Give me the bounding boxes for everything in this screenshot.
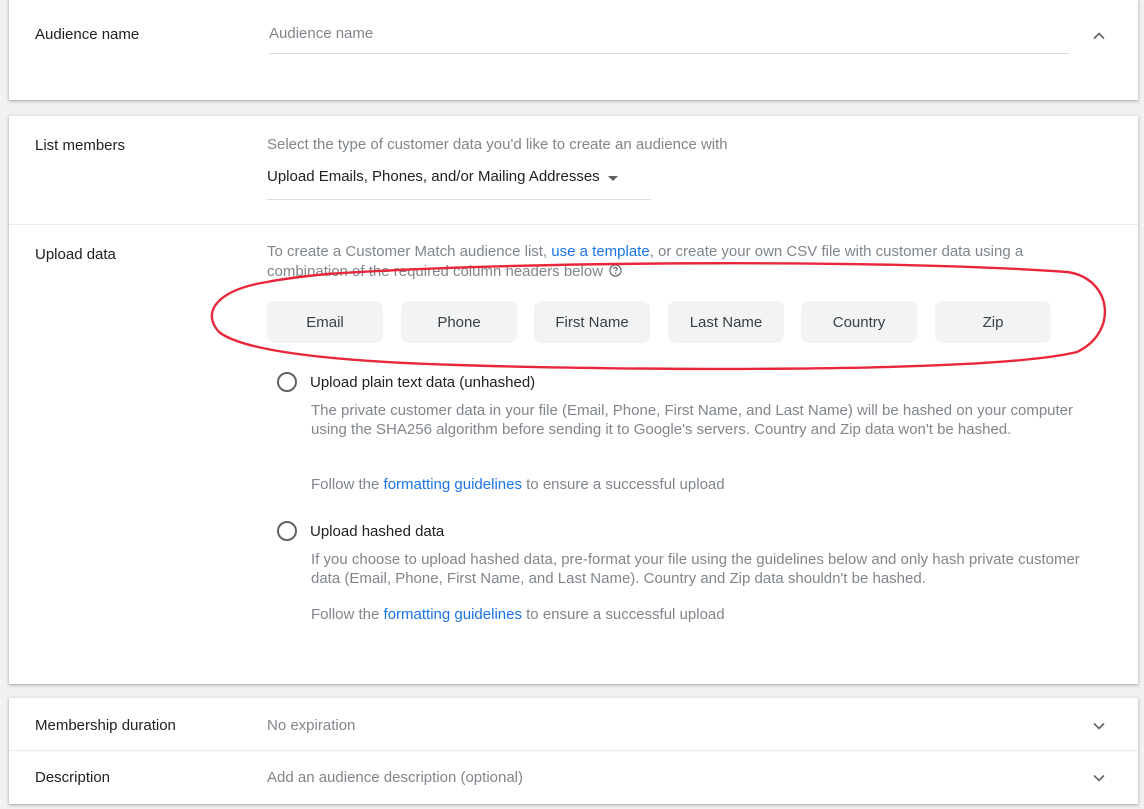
follow-text-start: Follow the — [311, 476, 384, 493]
intro-text-start: To create a Customer Match audience list… — [267, 243, 552, 260]
audience-name-label: Audience name — [35, 26, 140, 43]
upload-data-label: Upload data — [35, 246, 116, 263]
radio-circle[interactable] — [277, 521, 297, 541]
formatting-guidelines-link[interactable]: formatting guidelines — [384, 476, 522, 493]
list-members-section: List members Select the type of customer… — [9, 116, 1138, 684]
upload-hashed-radio[interactable]: Upload hashed data — [277, 521, 444, 541]
follow-text-end: to ensure a successful upload — [521, 606, 725, 623]
section-divider — [9, 224, 1138, 225]
membership-duration-value[interactable]: No expiration — [267, 717, 355, 734]
list-members-label: List members — [35, 137, 126, 154]
column-header-email: Email — [267, 301, 383, 343]
hashed-description: If you choose to upload hashed data, pre… — [311, 551, 1080, 587]
list-members-hint: Select the type of customer data you'd l… — [267, 136, 728, 153]
follow-text-start: Follow the — [311, 606, 384, 623]
customer-data-type-value: Upload Emails, Phones, and/or Mailing Ad… — [267, 168, 600, 185]
customer-data-type-select[interactable]: Upload Emails, Phones, and/or Mailing Ad… — [267, 168, 651, 200]
caret-down-icon — [607, 176, 618, 181]
audience-form: Audience name List members Select the ty… — [0, 0, 1144, 809]
radio-circle[interactable] — [277, 372, 297, 392]
audience-name-section: Audience name — [9, 0, 1138, 100]
description-value[interactable]: Add an audience description (optional) — [267, 769, 523, 786]
duration-description-section: Membership duration No expiration Descri… — [9, 698, 1138, 804]
follow-text-end: to ensure a successful upload — [521, 476, 725, 493]
upload-data-intro: To create a Customer Match audience list… — [267, 242, 1087, 282]
membership-duration-label: Membership duration — [35, 717, 176, 734]
column-header-last-name: Last Name — [668, 301, 784, 343]
chevron-down-icon[interactable] — [1089, 768, 1109, 788]
upload-plain-text-radio[interactable]: Upload plain text data (unhashed) — [277, 372, 535, 392]
section-divider — [9, 750, 1138, 751]
radio-label: Upload plain text data (unhashed) — [310, 373, 536, 391]
plain-text-follow: Follow the formatting guidelines to ensu… — [311, 475, 1091, 494]
use-template-link[interactable]: use a template — [551, 243, 649, 260]
hashed-follow: Follow the formatting guidelines to ensu… — [311, 605, 1091, 624]
audience-name-input[interactable] — [269, 18, 1069, 54]
column-header-country: Country — [801, 301, 917, 343]
description-label: Description — [35, 769, 111, 786]
chevron-down-icon[interactable] — [1089, 716, 1109, 736]
column-header-first-name: First Name — [534, 301, 650, 343]
radio-label: Upload hashed data — [310, 522, 445, 540]
plain-text-description: The private customer data in your file (… — [311, 402, 1074, 438]
formatting-guidelines-link[interactable]: formatting guidelines — [384, 606, 522, 623]
help-icon[interactable] — [609, 264, 622, 277]
column-header-phone: Phone — [401, 301, 517, 343]
column-header-zip: Zip — [935, 301, 1051, 343]
chevron-up-icon[interactable] — [1089, 26, 1109, 46]
